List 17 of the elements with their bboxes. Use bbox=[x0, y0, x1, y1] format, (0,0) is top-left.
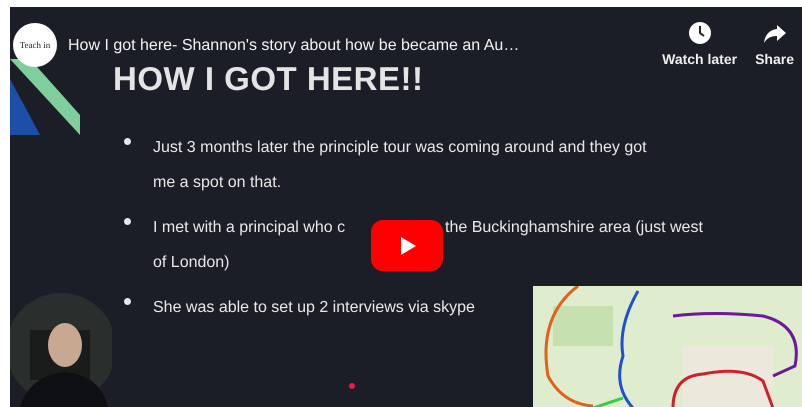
bullet-icon bbox=[124, 218, 131, 225]
video-player[interactable] bbox=[10, 7, 802, 407]
bullet-text: Just 3 months later the principle tour was coming around and they got bbox=[153, 138, 647, 156]
action-button[interactable]: Watch later bbox=[662, 21, 738, 67]
bullet-text: of London) bbox=[153, 254, 230, 272]
bullet-text: I met with a principal who c bbox=[153, 218, 346, 236]
bullet-icon bbox=[124, 298, 131, 305]
bullet-text: the Buckinghamshire area (just west bbox=[445, 218, 703, 236]
clock-icon bbox=[688, 21, 712, 45]
pointer-dot bbox=[349, 383, 355, 389]
video-title[interactable]: How I got here- Shannon's story about how be became an Au… bbox=[68, 37, 662, 55]
action-button[interactable]: Share bbox=[755, 21, 794, 67]
bullet-text: me a spot on that. bbox=[153, 174, 282, 192]
bullet-icon bbox=[124, 138, 131, 145]
channel-logo[interactable]: Teach in bbox=[13, 23, 57, 67]
play-button[interactable] bbox=[371, 220, 443, 271]
bullet-text: She was able to set up 2 interviews via skype bbox=[153, 298, 475, 316]
